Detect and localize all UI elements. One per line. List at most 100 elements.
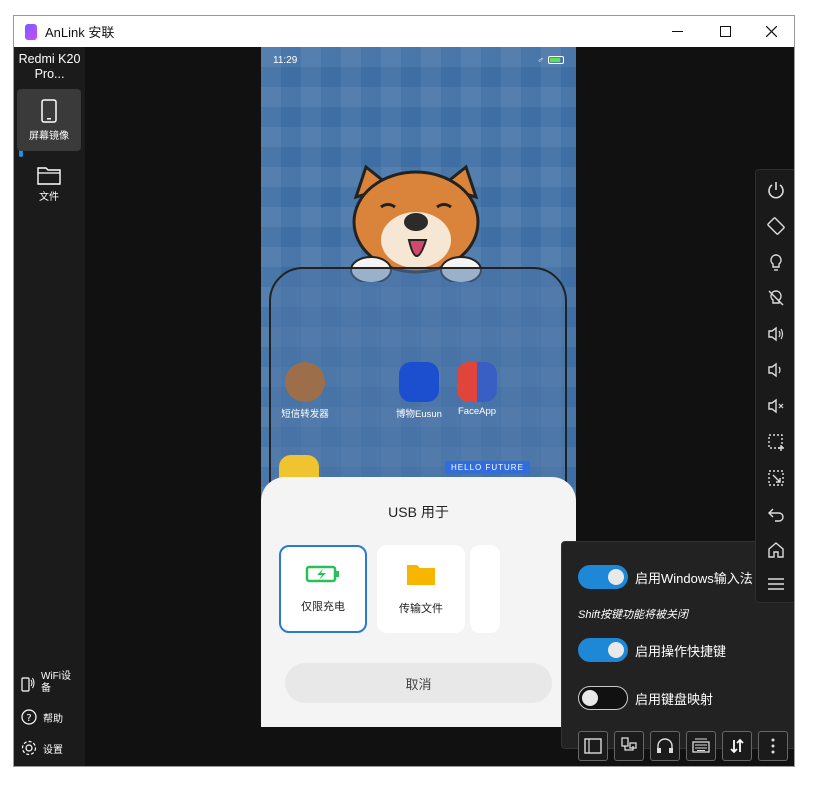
status-icons: ♂: [537, 55, 564, 65]
app-bowu[interactable]: 博物Eusun: [389, 362, 449, 420]
window-icon: [584, 738, 602, 754]
sidebar-item-files[interactable]: 文件: [17, 159, 81, 209]
window-mode-button[interactable]: [578, 731, 608, 761]
keyboard-button[interactable]: [686, 731, 716, 761]
toggle-windows-ime[interactable]: 启用Windows输入法: [578, 565, 753, 589]
volume-down-icon: [768, 362, 781, 378]
battery-icon: [548, 56, 564, 64]
phone-icon: [41, 98, 57, 123]
folder-icon: [37, 167, 61, 185]
usb-option-transfer-files[interactable]: 传输文件: [377, 545, 465, 633]
usb-icon: [621, 737, 637, 751]
toggle-switch[interactable]: [578, 565, 628, 589]
transfer-icon: [730, 738, 744, 754]
shiba-dog-illustration: [350, 164, 482, 282]
light-icon: [770, 254, 782, 271]
headset-icon: [657, 738, 673, 753]
bottom-toolbar: [578, 731, 788, 761]
more-button[interactable]: [758, 731, 788, 761]
toggle-key-mapping[interactable]: 启用键盘映射: [578, 686, 713, 710]
right-toolbar: [755, 169, 794, 603]
window-title: AnLink 安联: [45, 25, 115, 40]
settings-icon: [21, 740, 37, 756]
folder-yellow-icon: [407, 565, 435, 585]
usb-cancel-button[interactable]: 取消: [285, 663, 552, 703]
volume-up-icon: [768, 326, 784, 342]
toggle-switch[interactable]: [578, 638, 628, 662]
mute-button[interactable]: [762, 392, 790, 420]
screen-off-button[interactable]: [762, 284, 790, 312]
usb-option-label: 传输文件: [399, 603, 443, 615]
app-faceapp[interactable]: FaceApp: [447, 362, 507, 417]
keyboard-icon: [692, 738, 710, 753]
close-button[interactable]: [748, 16, 794, 47]
help-button[interactable]: ? 帮助: [21, 709, 63, 725]
bluetooth-icon: ♂: [537, 55, 544, 65]
sidebar-item-label: 文件: [39, 192, 59, 203]
faceapp-icon: [457, 362, 497, 402]
shift-note: Shift按键功能将被关闭: [578, 609, 689, 621]
wifi-phone-icon: [21, 677, 35, 692]
hello-future-banner: HELLO FUTURE: [445, 461, 530, 474]
device-name: Redmi K20 Pro...: [18, 52, 81, 81]
wifi-device-label: WiFi设备: [41, 671, 71, 694]
anlink-logo-icon: [25, 23, 37, 40]
mirror-area: 11:29 ♂ 短信转发器 博物Eusun FaceApp HELLO FUTU…: [85, 47, 794, 766]
menu-button[interactable]: [762, 570, 790, 598]
battery-charging-icon: [305, 565, 339, 583]
app-label: 短信转发器: [281, 409, 329, 420]
title-bar: AnLink 安联: [14, 16, 794, 47]
rotate-button[interactable]: [762, 212, 790, 240]
toggle-switch[interactable]: [578, 686, 628, 710]
rotate-icon: [767, 217, 785, 235]
transfer-button[interactable]: [722, 731, 752, 761]
wifi-device-button[interactable]: WiFi设备: [21, 671, 81, 695]
app-label: 博物Eusun: [396, 409, 442, 420]
usb-option-more[interactable]: [470, 545, 500, 633]
back-icon: [768, 508, 784, 522]
home-icon: [768, 542, 784, 558]
help-label: 帮助: [43, 713, 63, 725]
app-label: FaceApp: [457, 406, 497, 417]
help-icon: ?: [21, 709, 37, 725]
usb-option-charge-only[interactable]: 仅限充电: [279, 545, 367, 633]
crop-icon: [768, 470, 784, 486]
usb-dialog: USB 用于 仅限充电 传输文件 取消: [261, 477, 576, 727]
settings-button[interactable]: 设置: [21, 740, 63, 756]
power-button[interactable]: [762, 176, 790, 204]
app-sms-forwarder[interactable]: 短信转发器: [275, 362, 335, 420]
audio-button[interactable]: [650, 731, 680, 761]
sms-forwarder-icon: [285, 362, 325, 402]
usb-dialog-title: USB 用于: [388, 504, 449, 520]
svg-text:?: ?: [26, 713, 31, 724]
app-window: AnLink 安联 Redmi K20 Pro... 屏幕镜像 文件 WiFi设…: [13, 15, 795, 767]
crop-screenshot-button[interactable]: [762, 464, 790, 492]
power-icon: [768, 182, 784, 199]
volume-down-button[interactable]: [762, 356, 790, 384]
minimize-button[interactable]: [654, 16, 700, 47]
sidebar-item-label: 屏幕镜像: [29, 130, 69, 142]
phone-screen[interactable]: 11:29 ♂ 短信转发器 博物Eusun FaceApp HELLO FUTU…: [261, 47, 576, 727]
sidebar-item-mirror[interactable]: 屏幕镜像: [17, 89, 81, 151]
sidebar: Redmi K20 Pro... 屏幕镜像 文件 WiFi设备 ? 帮助 设置: [14, 47, 85, 766]
screenshot-button[interactable]: [762, 428, 790, 456]
screenshot-icon: [768, 434, 784, 451]
volume-up-button[interactable]: [762, 320, 790, 348]
maximize-button[interactable]: [702, 16, 748, 47]
home-button[interactable]: [762, 536, 790, 564]
usb-option-label: 仅限充电: [301, 601, 345, 613]
mute-icon: [768, 398, 784, 414]
more-icon: [771, 738, 775, 754]
toggle-shortcuts[interactable]: 启用操作快捷键: [578, 638, 726, 662]
menu-icon: [768, 578, 784, 590]
settings-label: 设置: [43, 744, 63, 756]
screen-light-button[interactable]: [762, 248, 790, 276]
toggle-label: 启用Windows输入法: [635, 570, 753, 586]
toggle-label: 启用操作快捷键: [635, 643, 727, 659]
status-time: 11:29: [273, 55, 298, 66]
toggle-label: 启用键盘映射: [635, 691, 714, 707]
light-off-icon: [768, 290, 784, 306]
usb-connection-button[interactable]: [614, 731, 644, 761]
bowu-icon: [399, 362, 439, 402]
back-button[interactable]: [762, 500, 790, 528]
